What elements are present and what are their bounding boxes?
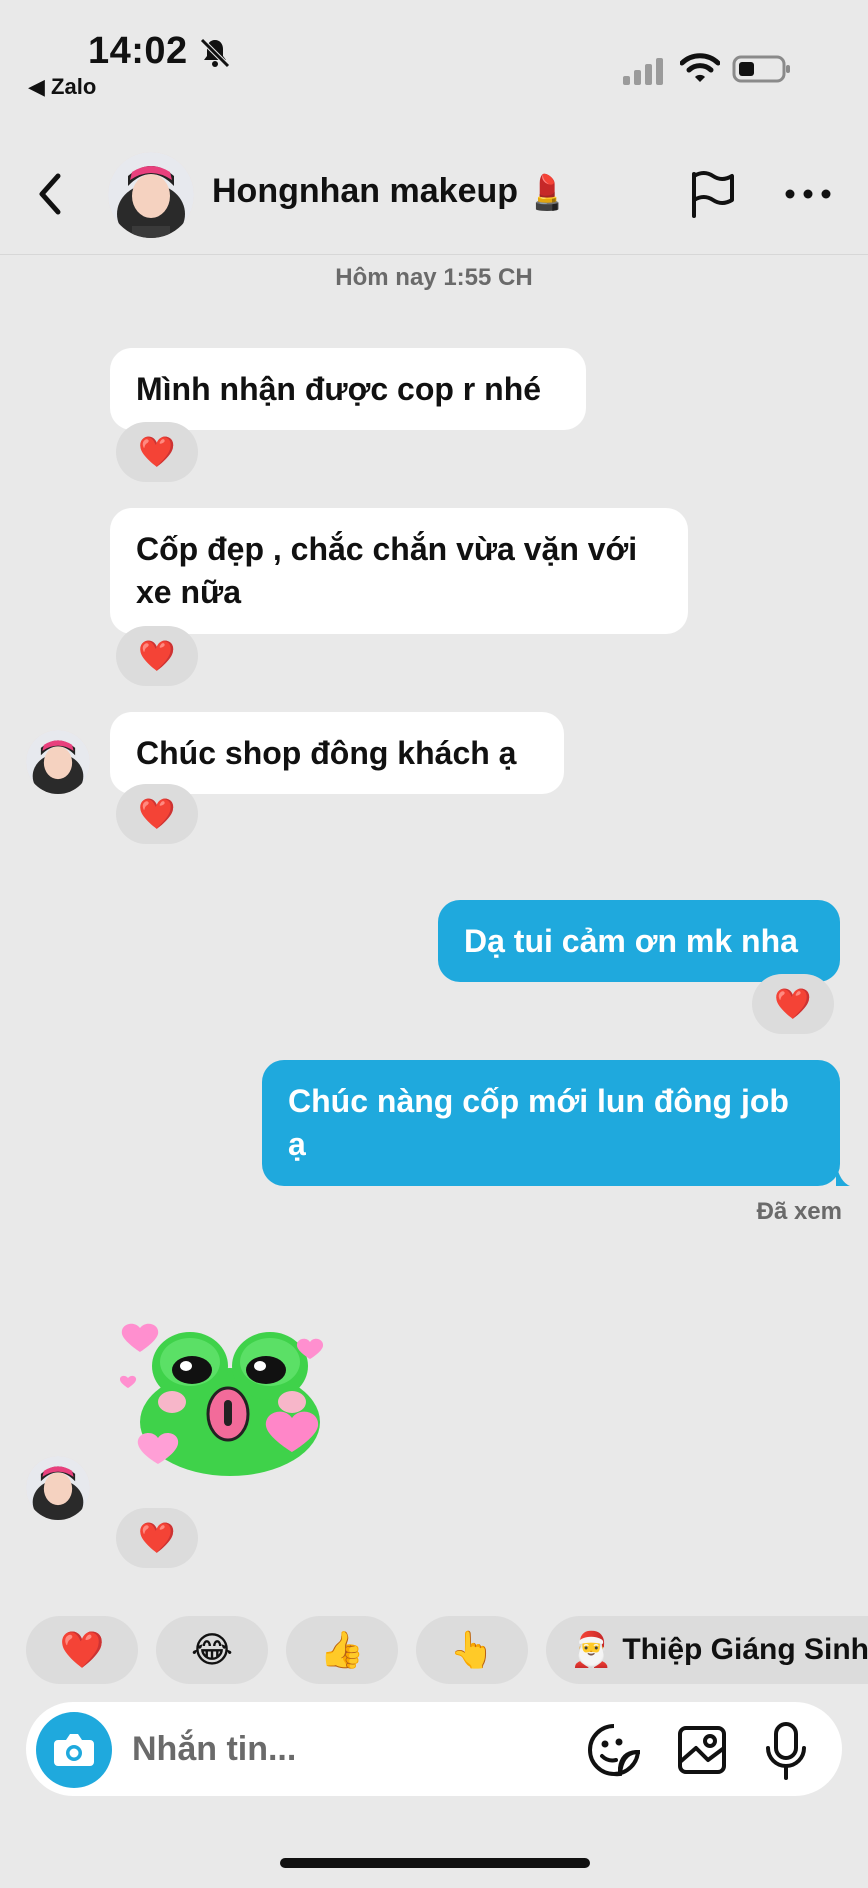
message-input[interactable]: Nhắn tin... (132, 1730, 296, 1769)
message-reaction[interactable]: ❤️ (752, 974, 834, 1034)
heart-reaction-icon: ❤️ (138, 797, 176, 831)
camera-button[interactable] (36, 1712, 112, 1788)
heart-reaction-icon: ❤️ (138, 1521, 176, 1555)
message-reaction[interactable]: ❤️ (116, 1508, 198, 1568)
contact-avatar-small[interactable] (26, 1456, 90, 1520)
status-time: 14:02 (88, 30, 188, 72)
seen-status: Đã xem (756, 1198, 842, 1225)
more-options-icon[interactable] (784, 180, 832, 208)
microphone-icon[interactable] (760, 1720, 812, 1782)
christmas-card-button[interactable]: 🎅 Thiệp Giáng Sinh (546, 1616, 868, 1684)
back-to-app-link[interactable]: ◀ Zalo (28, 74, 96, 100)
outgoing-message[interactable]: Chúc nàng cốp mới lun đông job ạ (262, 1060, 840, 1186)
muted-bell-icon (200, 38, 230, 68)
laughing-face-icon: 😂 (190, 1629, 234, 1670)
day-separator: Hôm nay 1:55 CH (335, 264, 533, 291)
quick-thumbs-up-button[interactable]: 👍 (286, 1616, 398, 1684)
contact-avatar-image (26, 730, 90, 794)
incoming-message[interactable]: Mình nhận được cop r nhé (110, 348, 586, 430)
contact-avatar[interactable] (108, 152, 194, 238)
message-reaction[interactable]: ❤️ (116, 626, 198, 686)
image-icon[interactable] (674, 1722, 730, 1778)
cellular-signal-icon (623, 58, 663, 85)
battery-icon (732, 55, 790, 83)
flag-icon[interactable] (686, 168, 738, 220)
lipstick-icon: 💄 (526, 174, 569, 213)
contact-avatar-image (26, 1456, 90, 1520)
contact-avatar-image (108, 152, 194, 238)
message-reaction[interactable]: ❤️ (116, 422, 198, 482)
heart-reaction-icon: ❤️ (138, 435, 176, 469)
frog-sticker[interactable] (120, 1318, 336, 1482)
bubble-tail (836, 1164, 850, 1186)
incoming-message[interactable]: Cốp đẹp , chắc chắn vừa vặn với xe nữa (110, 508, 688, 634)
santa-icon: 🎅 (570, 1631, 613, 1669)
sticker-icon[interactable] (586, 1722, 642, 1778)
chat-title[interactable]: Hongnhan makeup 💄 (212, 172, 568, 213)
home-indicator (280, 1858, 590, 1868)
quick-laugh-button[interactable]: 😂 (156, 1616, 268, 1684)
heart-reaction-icon: ❤️ (774, 987, 812, 1021)
incoming-message[interactable]: Chúc shop đông khách ạ (110, 712, 564, 794)
contact-avatar-small[interactable] (26, 730, 90, 794)
outgoing-message[interactable]: Dạ tui cảm ơn mk nha (438, 900, 840, 982)
heart-reaction-icon: ❤️ (138, 639, 176, 673)
wifi-icon (680, 53, 720, 82)
message-reaction[interactable]: ❤️ (116, 784, 198, 844)
christmas-card-label: Thiệp Giáng Sinh (622, 1633, 868, 1666)
thumbs-up-icon: 👍 (319, 1629, 365, 1670)
back-arrow-icon[interactable] (30, 168, 70, 220)
heart-icon: ❤️ (59, 1629, 105, 1670)
header-divider (0, 254, 868, 255)
camera-icon (54, 1734, 94, 1766)
pointing-hand-icon: 👆 (449, 1629, 495, 1670)
quick-heart-button[interactable]: ❤️ (26, 1616, 138, 1684)
contact-name: Hongnhan makeup (212, 172, 519, 210)
quick-point-button[interactable]: 👆 (416, 1616, 528, 1684)
